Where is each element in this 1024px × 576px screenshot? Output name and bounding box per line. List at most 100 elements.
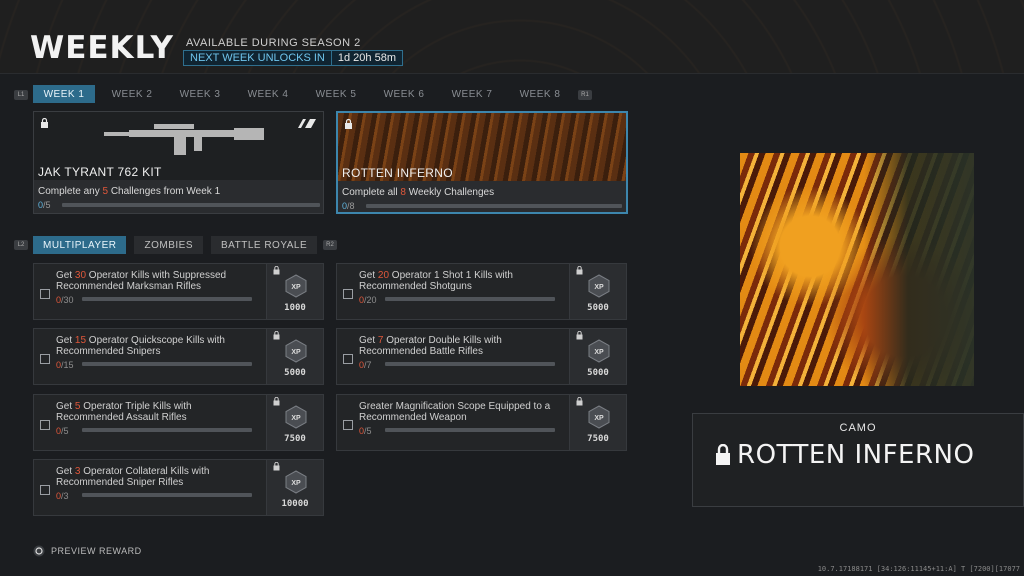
xp-icon: XP [285, 405, 307, 429]
challenge-text: Get [56, 401, 75, 412]
reward-card-weapon-kit[interactable]: JAK TYRANT 762 KIT Complete any 5 Challe… [33, 111, 324, 214]
next-week-timer: NEXT WEEK UNLOCKS IN 1d 20h 58m [183, 50, 403, 66]
reward-title: ROTTEN INFERNO [715, 440, 974, 470]
preview-reward-label: PREVIEW REWARD [51, 546, 142, 556]
brand-logo-icon [298, 119, 316, 128]
progress-bar [385, 297, 555, 301]
xp-amount: 7500 [587, 434, 609, 444]
lock-icon [273, 331, 280, 340]
progress-total: /15 [61, 360, 74, 370]
progress-total: /3 [61, 491, 69, 501]
lock-icon [345, 119, 352, 129]
svg-text:XP: XP [594, 349, 604, 356]
challenge-description: Get 20 Operator 1 Shot 1 Kills with Reco… [359, 270, 564, 292]
challenge-progress: 0/5 [56, 426, 69, 436]
lock-icon [273, 462, 280, 471]
challenge-card[interactable]: Get 20 Operator 1 Shot 1 Kills with Reco… [336, 263, 627, 320]
desc-text: Weekly Challenges [405, 187, 495, 198]
xp-amount: 5000 [587, 368, 609, 378]
xp-amount: 5000 [587, 303, 609, 313]
challenge-checkbox[interactable] [343, 289, 353, 299]
season-subtitle: AVAILABLE DURING SEASON 2 [186, 37, 361, 49]
progress-total: /5 [61, 426, 69, 436]
desc-text: Complete any [38, 186, 103, 197]
tab-week-2[interactable]: WEEK 2 [101, 85, 163, 103]
tab-multiplayer[interactable]: MULTIPLAYER [33, 236, 127, 254]
xp-amount: 10000 [281, 499, 309, 509]
mode-tabs: MULTIPLAYER ZOMBIES BATTLE ROYALE [33, 236, 318, 254]
reward-progress-text: 0/8 [342, 201, 355, 211]
svg-text:XP: XP [291, 284, 301, 291]
lock-icon [576, 397, 583, 406]
reward-card-camo[interactable]: ROTTEN INFERNO Complete all 8 Weekly Cha… [336, 111, 628, 214]
challenge-checkbox[interactable] [40, 354, 50, 364]
challenge-text: Get [56, 270, 75, 281]
challenge-card[interactable]: Get 7 Operator Double Kills with Recomme… [336, 328, 627, 385]
tab-week-1[interactable]: WEEK 1 [33, 85, 95, 103]
xp-icon: XP [588, 274, 610, 298]
challenge-checkbox[interactable] [40, 485, 50, 495]
challenge-card[interactable]: Get 5 Operator Triple Kills with Recomme… [33, 394, 324, 451]
challenge-card[interactable]: Get 30 Operator Kills with Suppressed Re… [33, 263, 324, 320]
camo-preview-shading [864, 153, 974, 386]
challenge-checkbox[interactable] [40, 420, 50, 430]
tab-week-5[interactable]: WEEK 5 [305, 85, 367, 103]
desc-text: Complete all [342, 187, 401, 198]
circle-button-icon [33, 545, 45, 557]
progress-bar [82, 493, 252, 497]
svg-text:XP: XP [291, 415, 301, 422]
challenge-description: Get 7 Operator Double Kills with Recomme… [359, 335, 564, 357]
challenge-count: 30 [74, 270, 87, 281]
svg-text:XP: XP [594, 415, 604, 422]
xp-reward: XP 1000 [266, 264, 323, 319]
reward-description: Complete any 5 Challenges from Week 1 [38, 186, 220, 197]
lock-icon [576, 266, 583, 275]
challenge-checkbox[interactable] [40, 289, 50, 299]
xp-amount: 1000 [284, 303, 306, 313]
challenge-card[interactable]: Get 15 Operator Quickscope Kills with Re… [33, 328, 324, 385]
progress-total: /8 [347, 201, 355, 211]
reward-title-text: ROTTEN INFERNO [737, 440, 975, 470]
tab-battle-royale[interactable]: BATTLE ROYALE [211, 236, 318, 254]
tab-zombies[interactable]: ZOMBIES [134, 236, 203, 254]
reward-description: Complete all 8 Weekly Challenges [342, 187, 494, 198]
xp-amount: 5000 [284, 368, 306, 378]
challenge-checkbox[interactable] [343, 420, 353, 430]
reward-type: CAMO [839, 422, 877, 434]
progress-total: /5 [364, 426, 372, 436]
tab-week-8[interactable]: WEEK 8 [509, 85, 571, 103]
challenge-card[interactable]: Greater Magnification Scope Equipped to … [336, 394, 627, 451]
challenge-progress: 0/7 [359, 360, 372, 370]
progress-total: /30 [61, 295, 74, 305]
r2-button-hint: R2 [323, 240, 337, 250]
week-tabs: WEEK 1 WEEK 2 WEEK 3 WEEK 4 WEEK 5 WEEK … [33, 85, 571, 103]
tab-week-6[interactable]: WEEK 6 [373, 85, 435, 103]
preview-reward-button[interactable]: PREVIEW REWARD [33, 545, 142, 557]
progress-total: /5 [43, 200, 51, 210]
xp-icon: XP [285, 274, 307, 298]
challenge-card[interactable]: Get 3 Operator Collateral Kills with Rec… [33, 459, 324, 516]
progress-bar [62, 203, 320, 207]
tab-week-7[interactable]: WEEK 7 [441, 85, 503, 103]
challenge-checkbox[interactable] [343, 354, 353, 364]
xp-icon: XP [285, 339, 307, 363]
challenge-description: Get 30 Operator Kills with Suppressed Re… [56, 270, 261, 292]
lock-icon [273, 266, 280, 275]
page-title: WEEKLY [30, 30, 174, 66]
tab-week-3[interactable]: WEEK 3 [169, 85, 231, 103]
build-code: 10.7.17188171 [34:126:11145+11:A] T [720… [817, 565, 1020, 573]
progress-bar [366, 204, 622, 208]
svg-text:XP: XP [291, 349, 301, 356]
l2-button-hint: L2 [14, 240, 28, 250]
timer-label: NEXT WEEK UNLOCKS IN [190, 52, 325, 64]
challenge-text: Get [56, 335, 75, 346]
challenge-progress: 0/5 [359, 426, 372, 436]
challenge-text: Get [359, 335, 378, 346]
challenge-progress: 0/3 [56, 491, 69, 501]
tab-week-4[interactable]: WEEK 4 [237, 85, 299, 103]
challenge-count: 15 [74, 335, 87, 346]
progress-bar [385, 362, 555, 366]
xp-reward: XP 5000 [569, 264, 626, 319]
progress-bar [82, 297, 252, 301]
reward-detail-panel: CAMO ROTTEN INFERNO [692, 413, 1024, 507]
